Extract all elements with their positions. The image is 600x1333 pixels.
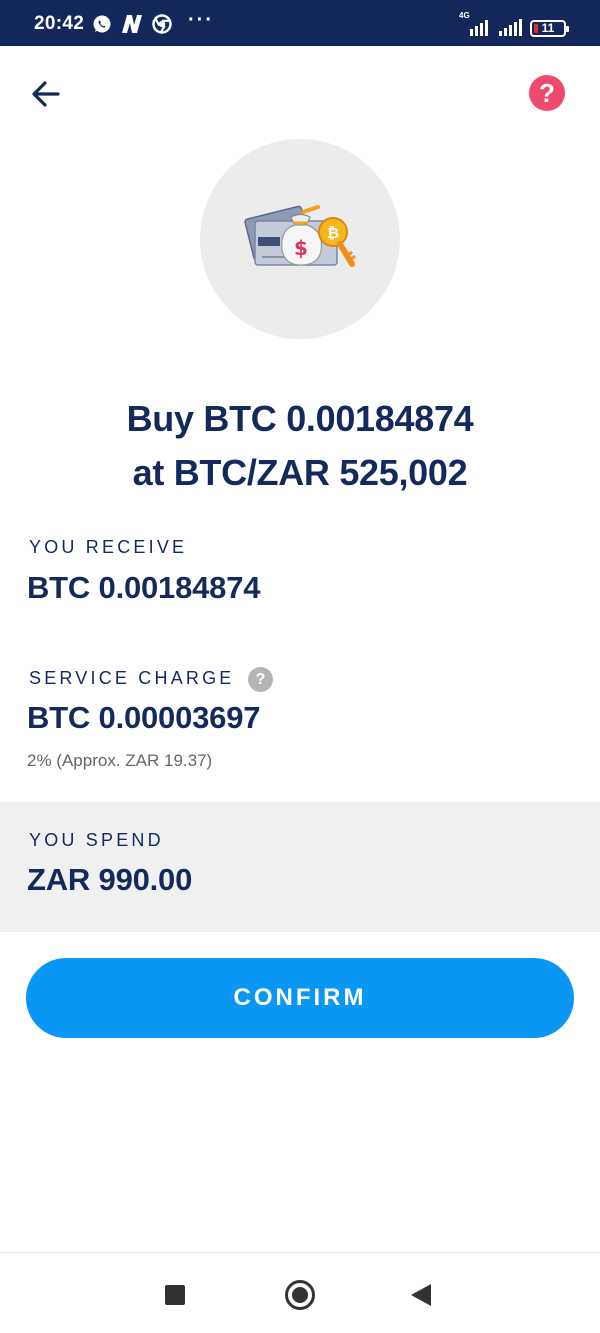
more-notifications-indicator: ··· [188,9,214,31]
help-button[interactable]: ? [529,75,565,111]
recent-apps-icon[interactable] [165,1285,185,1305]
info-icon[interactable]: ? [248,667,273,692]
hero-illustration: $ ₿ [200,139,400,339]
whatsapp-icon [93,15,111,33]
signal-icon [499,19,522,36]
spend-label: YOU SPEND [29,830,164,850]
service-charge-label: SERVICE CHARGE [29,668,235,688]
spend-value: ZAR 990.00 [27,862,193,897]
receive-label: YOU RECEIVE [29,537,188,557]
chrome-icon [152,14,172,34]
battery-icon: 11 [530,20,569,37]
status-time: 20:42 [34,13,85,34]
signal-icon [470,20,488,36]
order-amount-line: Buy BTC 0.00184874 [126,398,474,439]
service-charge-value: BTC 0.00003697 [27,700,261,735]
service-charge-note: 2% (Approx. ZAR 19.37) [27,751,213,770]
svg-text:$: $ [294,236,308,260]
status-bar: 20:42 ··· 4G 11 [0,0,600,46]
back-button[interactable] [26,74,66,114]
svg-text:₿: ₿ [327,224,339,242]
home-icon[interactable] [285,1280,315,1310]
arrow-left-icon [32,81,60,107]
help-icon: ? [539,77,555,108]
order-summary-title: Buy BTC 0.00184874 at BTC/ZAR 525,002 [0,392,600,500]
back-triangle-icon[interactable] [411,1284,431,1306]
money-bag-bitcoin-key-icon: $ ₿ [244,205,356,267]
news-icon [122,15,142,33]
confirm-button[interactable]: CONFIRM [26,958,574,1038]
receive-value: BTC 0.00184874 [27,570,261,605]
system-navigation-bar [0,1252,600,1333]
order-rate-line: at BTC/ZAR 525,002 [132,452,468,493]
